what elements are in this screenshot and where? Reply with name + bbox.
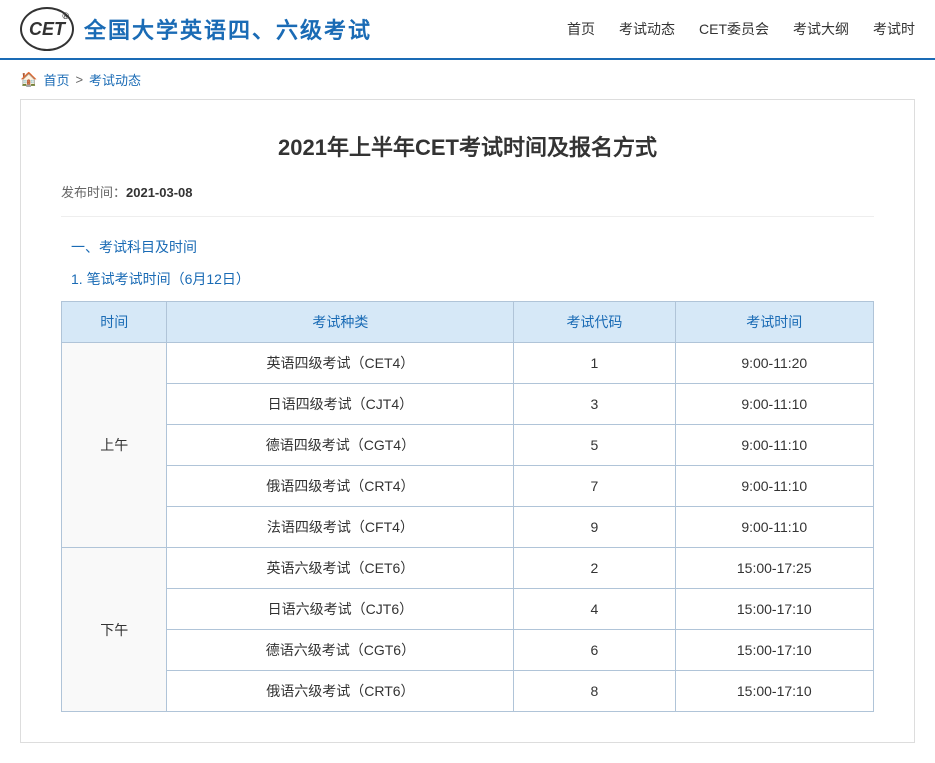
exam-name-cell: 法语四级考试（CFT4） bbox=[167, 507, 514, 548]
page-header: ® CET 全国大学英语四、六级考试 首页 考试动态 CET委员会 考试大纲 考… bbox=[0, 0, 935, 60]
table-row: 日语六级考试（CJT6）415:00-17:10 bbox=[62, 589, 874, 630]
section1-title: 一、考试科目及时间 bbox=[71, 237, 874, 257]
breadcrumb-home-link[interactable]: 首页 bbox=[43, 70, 69, 89]
exam-code-cell: 5 bbox=[514, 425, 675, 466]
breadcrumb: 🏠 首页 > 考试动态 bbox=[0, 60, 935, 99]
table-row: 日语四级考试（CJT4）39:00-11:10 bbox=[62, 384, 874, 425]
exam-name-cell: 英语四级考试（CET4） bbox=[167, 343, 514, 384]
exam-table: 时间 考试种类 考试代码 考试时间 上午英语四级考试（CET4）19:00-11… bbox=[61, 301, 874, 712]
nav-item-syllabus[interactable]: 考试大纲 bbox=[793, 19, 849, 39]
nav-item-exam[interactable]: 考试时 bbox=[873, 19, 915, 39]
table-row: 德语四级考试（CGT4）59:00-11:10 bbox=[62, 425, 874, 466]
breadcrumb-news-link[interactable]: 考试动态 bbox=[89, 70, 141, 89]
article-title: 2021年上半年CET考试时间及报名方式 bbox=[61, 130, 874, 162]
exam-code-cell: 4 bbox=[514, 589, 675, 630]
col-header-time: 时间 bbox=[62, 302, 167, 343]
exam-code-cell: 1 bbox=[514, 343, 675, 384]
publish-date-row: 发布时间：2021-03-08 bbox=[61, 182, 874, 217]
nav-item-news[interactable]: 考试动态 bbox=[619, 19, 675, 39]
home-icon: 🏠 bbox=[20, 71, 37, 88]
exam-code-cell: 3 bbox=[514, 384, 675, 425]
logo-text: CET bbox=[29, 19, 65, 40]
logo-area: ® CET 全国大学英语四、六级考试 bbox=[20, 7, 567, 51]
exam-name-cell: 俄语六级考试（CRT6） bbox=[167, 671, 514, 712]
exam-name-cell: 德语四级考试（CGT4） bbox=[167, 425, 514, 466]
exam-name-cell: 日语六级考试（CJT6） bbox=[167, 589, 514, 630]
exam-period-cell: 9:00-11:10 bbox=[675, 507, 873, 548]
breadcrumb-separator: > bbox=[75, 72, 83, 87]
table-row: 俄语四级考试（CRT4）79:00-11:10 bbox=[62, 466, 874, 507]
exam-name-cell: 日语四级考试（CJT4） bbox=[167, 384, 514, 425]
exam-period-cell: 9:00-11:10 bbox=[675, 425, 873, 466]
col-header-period: 考试时间 bbox=[675, 302, 873, 343]
table-row: 德语六级考试（CGT6）615:00-17:10 bbox=[62, 630, 874, 671]
exam-name-cell: 俄语四级考试（CRT4） bbox=[167, 466, 514, 507]
exam-period-cell: 15:00-17:25 bbox=[675, 548, 873, 589]
nav-item-committee[interactable]: CET委员会 bbox=[699, 19, 769, 39]
main-content: 2021年上半年CET考试时间及报名方式 发布时间：2021-03-08 一、考… bbox=[20, 99, 915, 743]
exam-period-cell: 9:00-11:20 bbox=[675, 343, 873, 384]
table-row: 下午英语六级考试（CET6）215:00-17:25 bbox=[62, 548, 874, 589]
col-header-code: 考试代码 bbox=[514, 302, 675, 343]
main-nav: 首页 考试动态 CET委员会 考试大纲 考试时 bbox=[567, 19, 915, 39]
table-row: 法语四级考试（CFT4）99:00-11:10 bbox=[62, 507, 874, 548]
exam-code-cell: 7 bbox=[514, 466, 675, 507]
nav-item-home[interactable]: 首页 bbox=[567, 19, 595, 39]
table-row: 俄语六级考试（CRT6）815:00-17:10 bbox=[62, 671, 874, 712]
publish-date-value: 2021-03-08 bbox=[126, 185, 193, 200]
exam-name-cell: 英语六级考试（CET6） bbox=[167, 548, 514, 589]
sub-title1: 1. 笔试考试时间（6月12日） bbox=[71, 269, 874, 289]
exam-name-cell: 德语六级考试（CGT6） bbox=[167, 630, 514, 671]
exam-code-cell: 9 bbox=[514, 507, 675, 548]
exam-period-cell: 9:00-11:10 bbox=[675, 466, 873, 507]
table-row: 上午英语四级考试（CET4）19:00-11:20 bbox=[62, 343, 874, 384]
logo-reg-mark: ® bbox=[62, 11, 69, 21]
publish-label: 发布时间： bbox=[61, 185, 126, 200]
site-title: 全国大学英语四、六级考试 bbox=[84, 13, 372, 45]
exam-period-cell: 15:00-17:10 bbox=[675, 630, 873, 671]
exam-period-cell: 15:00-17:10 bbox=[675, 589, 873, 630]
logo-icon: ® CET bbox=[20, 7, 74, 51]
table-header-row: 时间 考试种类 考试代码 考试时间 bbox=[62, 302, 874, 343]
time-cell: 上午 bbox=[62, 343, 167, 548]
exam-code-cell: 8 bbox=[514, 671, 675, 712]
time-cell: 下午 bbox=[62, 548, 167, 712]
exam-code-cell: 6 bbox=[514, 630, 675, 671]
col-header-type: 考试种类 bbox=[167, 302, 514, 343]
exam-code-cell: 2 bbox=[514, 548, 675, 589]
exam-period-cell: 15:00-17:10 bbox=[675, 671, 873, 712]
exam-period-cell: 9:00-11:10 bbox=[675, 384, 873, 425]
